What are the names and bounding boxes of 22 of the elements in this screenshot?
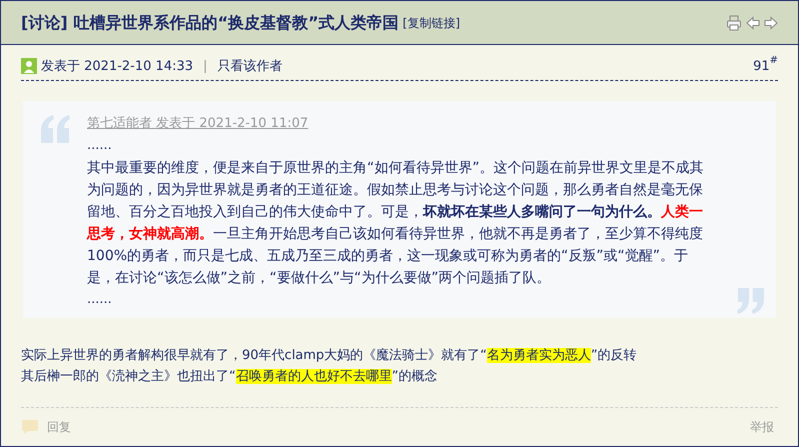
separator: | [203,58,208,76]
print-icon[interactable] [726,14,742,30]
reply-link[interactable]: 回复 [47,418,71,436]
floor-mark: # [770,54,778,68]
only-author-link[interactable]: 只看该作者 [217,56,282,76]
user-icon [21,58,37,74]
quote-text: 其中最重要的维度，便是来自于原世界的主角“如何看待异世界”。这个问题在前异世界文里是不成其为问题的，因为异世界就是勇者的王道征途。假如禁止思考与讨论这个问题，那么勇者自然是毫无保留地、百分之百地投入到自己的伟大使命中了。可是，坏就坏在某些人多嘴问了一句为什么。人类一思考，女神就高潮。一旦主角开始思考自己该如何看待异世界，他就不再是勇者了，至少算不得纯度100%的勇者，而只是七成、五成乃至三成的勇者，这一现象或可称为勇者的“反叛”或“觉醒”。于是，在讨论“该怎么做”之前，“要做什么”与“为什么要做”两个问题插了队。 [87,159,705,288]
previous-arrow-icon[interactable] [746,16,760,30]
report-link[interactable]: 举报 [750,418,774,436]
thread-tag: [讨论] [21,10,68,34]
thread-title: 吐槽异世界系作品的“换皮基督教”式人类帝国 [74,12,399,34]
post-date: 发表于 2021-2-10 14:33 [41,58,194,76]
ellipsis: ...... [87,138,112,153]
floor-number: 91 [753,58,770,76]
ellipsis: ...... [87,292,112,307]
open-quote-icon [41,115,71,143]
copy-link[interactable]: [复制链接] [402,14,460,32]
quote-author-link[interactable]: 第七适能者 发表于 2021-2-10 11:07 [87,116,308,131]
close-quote-icon [736,288,764,314]
next-arrow-icon[interactable] [764,16,778,30]
reply-text: 实际上异世界的勇者解构很早就有了，90年代clamp大妈的《魔法骑士》就有了“名为勇者实为恶人”的反转 [21,348,637,363]
reply-text: 其后榊一郎的《涜神之主》也扭出了“召唤勇者的人也好不去哪里”的概念 [21,369,438,384]
